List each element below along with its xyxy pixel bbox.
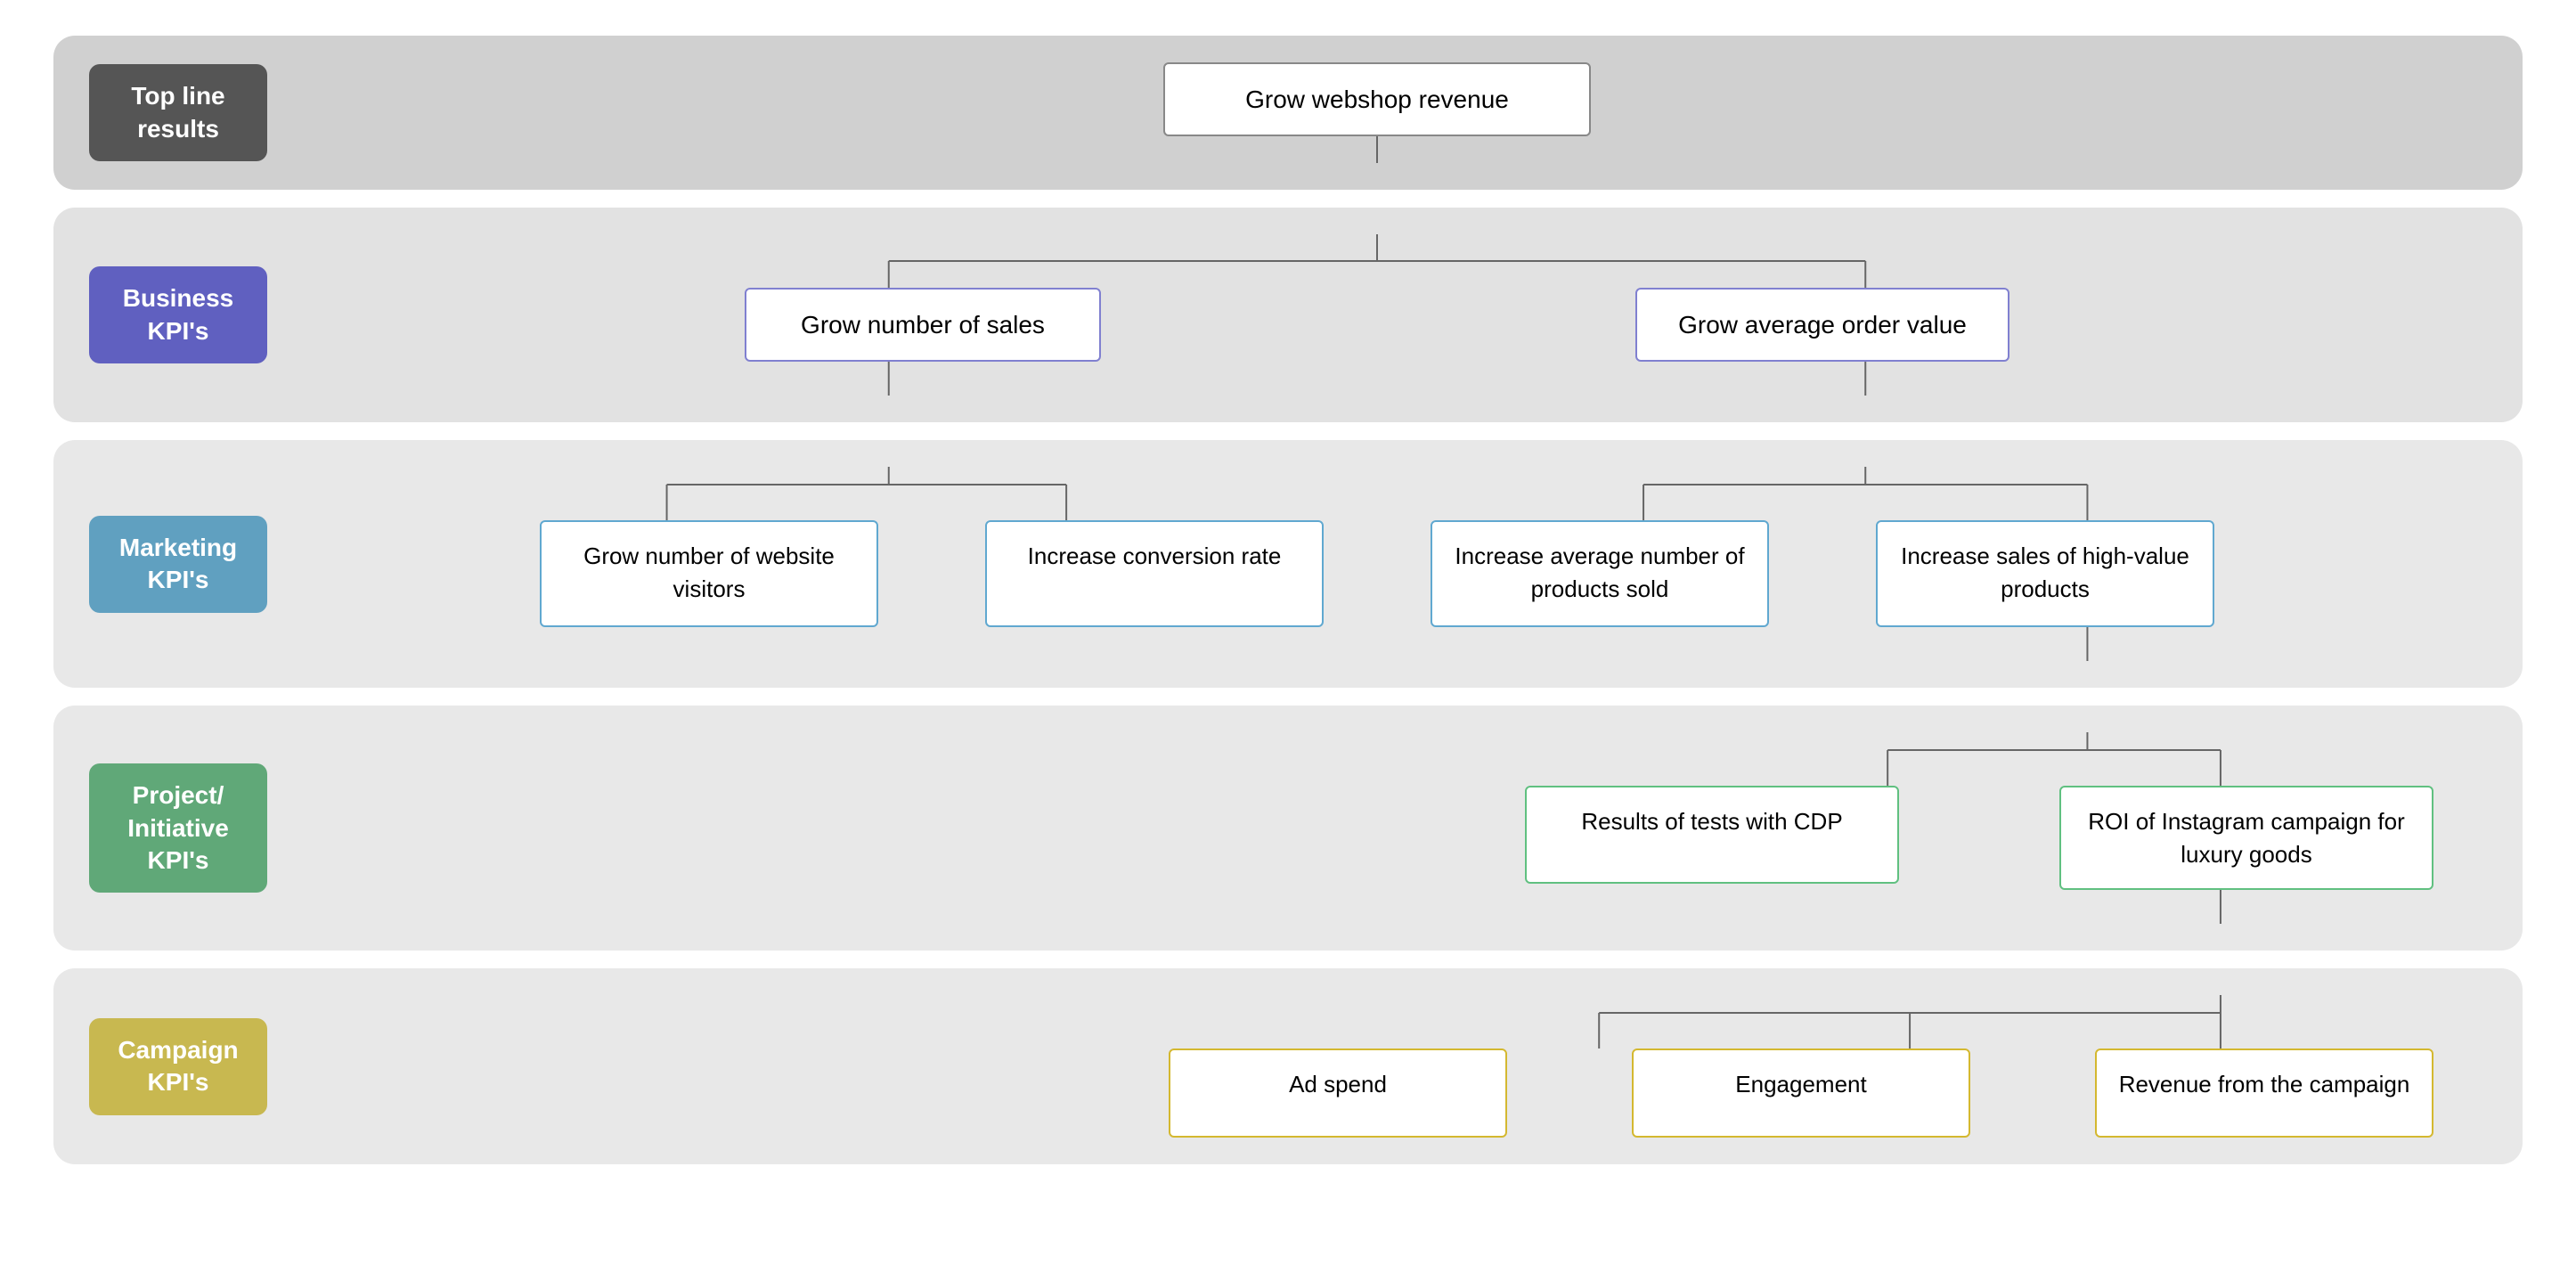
band-business-content: Grow number of sales Grow average order …	[267, 234, 2487, 396]
campaign-connector-svg-top	[267, 995, 2487, 1048]
project-connector-svg-bottom	[267, 888, 2487, 924]
node-engagement[interactable]: Engagement	[1632, 1048, 1970, 1138]
label-business: Business KPI's	[89, 266, 267, 363]
business-connector-svg	[267, 234, 2487, 288]
band-top-line: Top line results Grow webshop revenue	[53, 36, 2523, 190]
band-business: Business KPI's Grow number of sales Grow…	[53, 208, 2523, 422]
project-connector-svg-top	[267, 732, 2487, 786]
band-project-content: Results of tests with CDP ROI of Instagr…	[267, 732, 2487, 924]
label-marketing: Marketing KPI's	[89, 516, 267, 613]
band-marketing: Marketing KPI's Grow number of w	[53, 440, 2523, 688]
band-project: Project/ Initiative KPI's Results of tes…	[53, 706, 2523, 951]
marketing-connector-svg-bottom	[267, 625, 2487, 661]
band-marketing-content: Grow number of website visitors Increase…	[267, 467, 2487, 661]
node-grow-webshop-revenue[interactable]: Grow webshop revenue	[1163, 62, 1591, 136]
node-increase-high-value[interactable]: Increase sales of high-value products	[1876, 520, 2214, 627]
node-revenue-campaign[interactable]: Revenue from the campaign	[2095, 1048, 2433, 1138]
band-campaign-content: Ad spend Engagement Revenue from the cam…	[267, 995, 2487, 1138]
marketing-connector-svg-top	[267, 467, 2487, 520]
node-grow-number-sales[interactable]: Grow number of sales	[745, 288, 1101, 362]
label-campaign: Campaign KPI's	[89, 1018, 267, 1115]
band-top-line-content: Grow webshop revenue	[267, 62, 2487, 163]
node-ad-spend[interactable]: Ad spend	[1169, 1048, 1507, 1138]
band-campaign: Campaign KPI's Ad spend Engagement Reven…	[53, 968, 2523, 1164]
diagram-container: Top line results Grow webshop revenue Bu…	[0, 0, 2576, 1200]
business-connector-svg-bottom	[267, 360, 2487, 396]
node-increase-avg-products[interactable]: Increase average number of products sold	[1431, 520, 1769, 627]
node-grow-website-visitors[interactable]: Grow number of website visitors	[540, 520, 878, 627]
node-grow-average-order[interactable]: Grow average order value	[1635, 288, 2009, 362]
label-top-line: Top line results	[89, 64, 267, 161]
label-project: Project/ Initiative KPI's	[89, 763, 267, 893]
node-roi-instagram[interactable]: ROI of Instagram campaign for luxury goo…	[2059, 786, 2433, 890]
node-increase-conversion-rate[interactable]: Increase conversion rate	[985, 520, 1324, 627]
node-results-cdp[interactable]: Results of tests with CDP	[1525, 786, 1899, 884]
